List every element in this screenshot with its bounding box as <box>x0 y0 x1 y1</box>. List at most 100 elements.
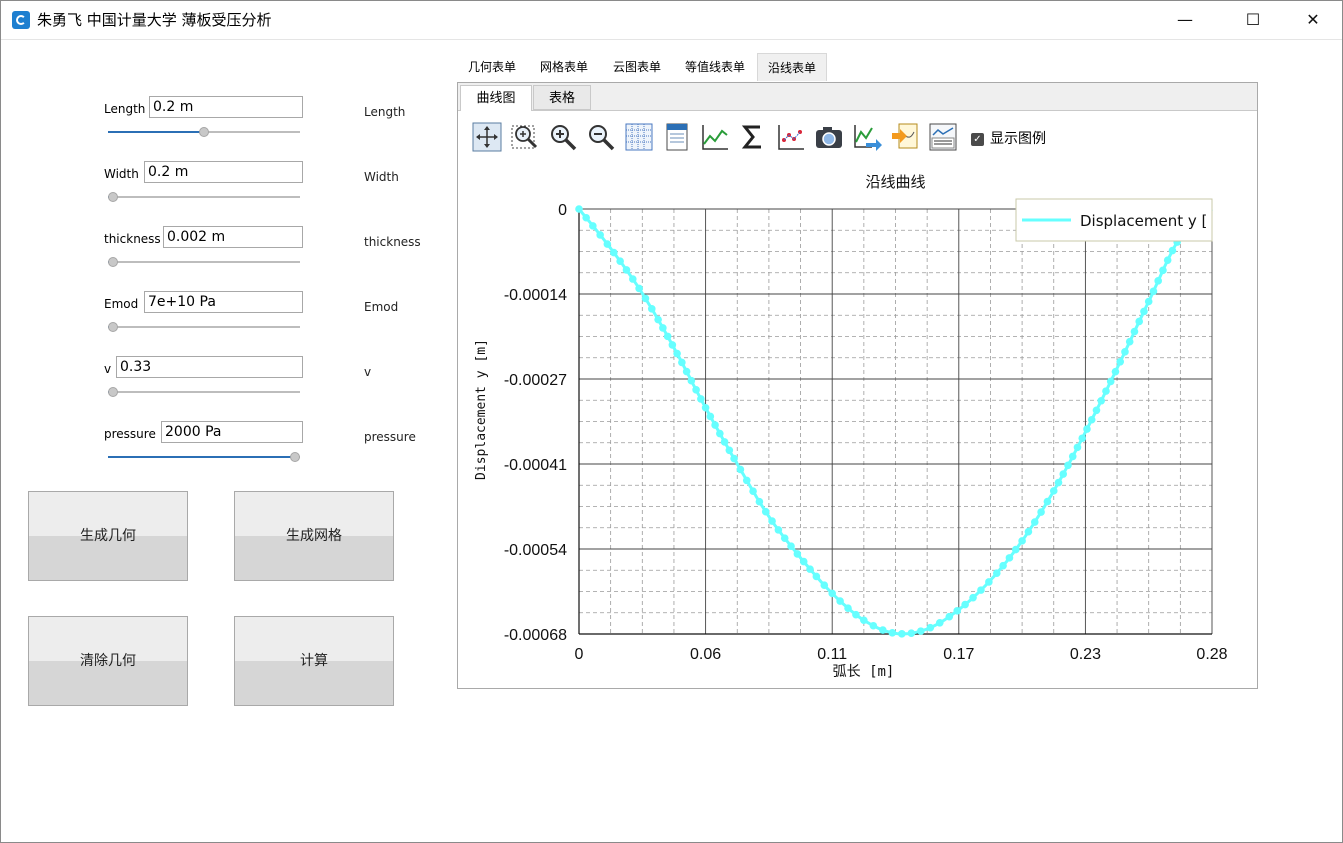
y-axis-label: Displacement y [m] <box>474 339 489 480</box>
tab-isoline[interactable]: 等值线表单 <box>676 53 754 81</box>
data-point <box>879 626 887 634</box>
emod-slider[interactable] <box>108 322 300 332</box>
data-point <box>1018 537 1026 545</box>
data-point <box>969 593 977 602</box>
data-point <box>668 341 677 349</box>
slider-thumb[interactable] <box>290 452 300 462</box>
line-chart[interactable]: 0 0.06 0.11 0.17 0.23 0.28 0 -0.00014 -0.00027 -0… <box>458 83 1257 688</box>
emod-label: Emod <box>104 297 139 311</box>
y-tick-label: -0.00014 <box>504 287 567 304</box>
data-point <box>768 517 776 525</box>
data-point <box>844 604 852 613</box>
data-point <box>1140 307 1148 316</box>
data-point <box>926 623 935 632</box>
slider-fill <box>108 131 204 133</box>
data-point <box>985 578 993 586</box>
data-point <box>1087 415 1096 424</box>
x-tick-label: 0.17 <box>943 646 974 663</box>
data-point <box>1064 461 1072 470</box>
data-point <box>1011 545 1020 554</box>
data-point <box>1102 387 1110 395</box>
tab-contour-plot[interactable]: 云图表单 <box>604 53 670 81</box>
tab-geometry[interactable]: 几何表单 <box>459 53 525 81</box>
close-button[interactable]: ✕ <box>1290 1 1336 39</box>
length-input[interactable]: 0.2 m <box>149 96 303 118</box>
data-point <box>603 240 612 248</box>
data-point <box>953 607 962 615</box>
data-point <box>1037 508 1045 516</box>
data-point <box>1005 554 1014 562</box>
width-side-label: Width <box>364 170 399 184</box>
data-point <box>730 454 738 463</box>
data-point <box>888 629 897 637</box>
data-point <box>575 205 583 213</box>
data-point <box>711 421 719 429</box>
data-point <box>1111 367 1120 376</box>
data-point <box>1043 497 1052 506</box>
data-point <box>589 222 597 230</box>
slider-thumb[interactable] <box>199 127 209 137</box>
data-point <box>742 476 751 485</box>
minimize-button[interactable]: — <box>1162 1 1208 39</box>
app-window: 朱勇飞 中国计量大学 薄板受压分析 — ☐ ✕ Length 0.2 m Len… <box>0 0 1343 843</box>
data-point <box>1135 317 1144 326</box>
data-point <box>692 386 700 394</box>
poisson-input[interactable]: 0.33 <box>116 356 303 378</box>
data-point <box>1121 348 1129 356</box>
poisson-slider[interactable] <box>108 387 300 397</box>
y-tick-label: -0.00068 <box>504 627 567 644</box>
data-point <box>992 569 1001 577</box>
data-point <box>1073 443 1082 452</box>
data-point <box>673 349 681 358</box>
emod-input[interactable]: 7e+10 Pa <box>144 291 303 313</box>
thickness-input[interactable]: 0.002 m <box>163 226 303 248</box>
compute-button[interactable]: 计算 <box>234 616 394 706</box>
title-bar: 朱勇飞 中国计量大学 薄板受压分析 — ☐ ✕ <box>1 1 1342 40</box>
data-point <box>755 497 764 506</box>
generate-mesh-button[interactable]: 生成网格 <box>234 491 394 581</box>
thickness-side-label: thickness <box>364 235 421 249</box>
length-slider[interactable] <box>108 127 300 137</box>
slider-thumb[interactable] <box>108 322 118 332</box>
slider-thumb[interactable] <box>108 192 118 202</box>
data-point <box>629 275 637 283</box>
data-point <box>780 534 789 542</box>
data-point <box>635 284 643 293</box>
data-point <box>907 629 916 638</box>
data-point <box>977 586 985 594</box>
clear-geometry-button[interactable]: 清除几何 <box>28 616 188 706</box>
thickness-label: thickness <box>104 232 161 246</box>
x-tick-label: 0.11 <box>817 646 847 663</box>
slider-fill <box>108 456 295 458</box>
data-point <box>1083 425 1091 433</box>
data-point <box>1116 358 1125 366</box>
data-point <box>659 324 667 332</box>
width-slider[interactable] <box>108 192 300 202</box>
width-input[interactable]: 0.2 m <box>144 161 303 183</box>
maximize-button[interactable]: ☐ <box>1230 1 1276 39</box>
pressure-input[interactable]: 2000 Pa <box>161 421 303 443</box>
y-tick-label: -0.00041 <box>504 457 567 474</box>
x-tick-label: 0 <box>575 646 584 663</box>
width-label: Width <box>104 167 139 181</box>
data-point <box>1059 470 1068 478</box>
slider-track <box>108 196 300 198</box>
thickness-slider[interactable] <box>108 257 300 267</box>
slider-thumb[interactable] <box>108 257 118 267</box>
tab-line-plot[interactable]: 沿线表单 <box>757 53 827 81</box>
data-point <box>1068 452 1077 461</box>
data-point <box>654 315 662 324</box>
pressure-slider[interactable] <box>108 452 300 462</box>
data-point <box>961 600 969 609</box>
slider-thumb[interactable] <box>108 387 118 397</box>
data-point <box>774 526 783 534</box>
x-tick-label: 0.23 <box>1070 646 1101 663</box>
length-side-label: Length <box>364 105 406 119</box>
tab-mesh[interactable]: 网格表单 <box>531 53 597 81</box>
data-point <box>852 610 860 619</box>
data-point <box>716 429 724 438</box>
line-plot-panel: 曲线图 表格 ✓ 显示图例 0 0.06 0.11 0.17 0.23 0.28… <box>457 82 1258 689</box>
data-point <box>1163 256 1172 264</box>
generate-geometry-button[interactable]: 生成几何 <box>28 491 188 581</box>
data-point <box>582 213 590 222</box>
